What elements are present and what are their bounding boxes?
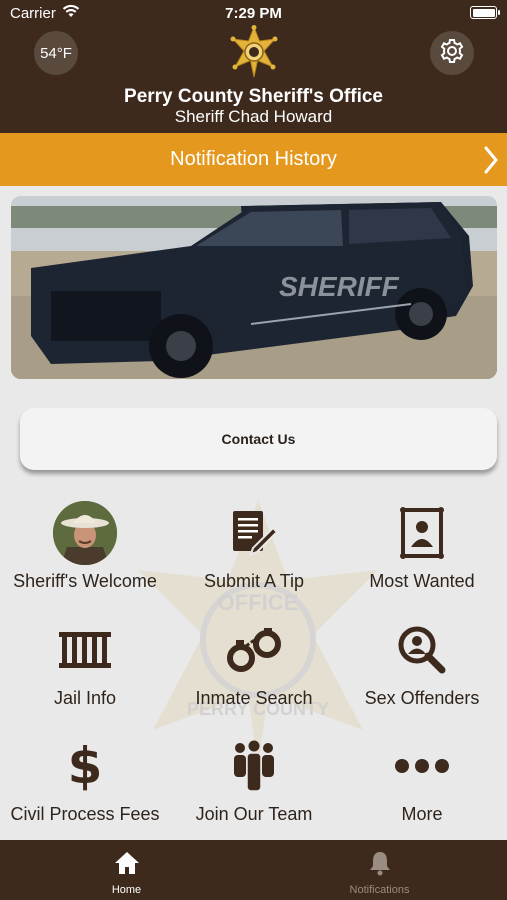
grid-label: Most Wanted	[369, 571, 475, 591]
settings-button[interactable]	[430, 31, 474, 75]
clock-label: 7:29 PM	[225, 5, 282, 22]
sheriff-avatar	[53, 501, 117, 565]
sheriff-star-logo	[229, 25, 279, 79]
dollar-icon: $	[67, 737, 103, 795]
grid-item-most-wanted[interactable]: Most Wanted	[338, 499, 506, 609]
tab-home-label: Home	[111, 884, 142, 896]
ellipsis-icon	[394, 732, 450, 800]
grid-label: More	[401, 804, 443, 824]
grid-item-sheriffs-welcome[interactable]: Sheriff's Welcome	[1, 499, 169, 609]
wanted-poster-icon	[400, 499, 444, 567]
tab-notifications[interactable]: Notifications	[253, 840, 506, 900]
person-search-icon	[397, 616, 447, 684]
grid-label: Jail Info	[53, 688, 117, 708]
temperature-badge[interactable]: 54°F	[34, 31, 78, 75]
battery-icon	[470, 6, 500, 19]
app-header: Carrier 7:29 PM 54°F Perry County Sherif…	[0, 0, 507, 133]
tab-bar: Home Notifications	[0, 840, 507, 900]
bell-icon	[367, 850, 393, 881]
grid-label: Civil Process Fees	[10, 804, 160, 824]
grid-item-inmate-search[interactable]: Inmate Search	[170, 616, 338, 726]
sheriff-name: Sheriff Chad Howard	[174, 107, 333, 126]
grid-item-submit-tip[interactable]: Submit A Tip	[170, 499, 338, 609]
patrol-vehicle-photo: SHERIFF	[11, 196, 497, 379]
chevron-right-icon	[483, 146, 499, 180]
tab-notifications-label: Notifications	[349, 884, 410, 896]
grid-item-civil-process-fees[interactable]: $ Civil Process Fees	[1, 732, 169, 842]
grid-label: Join Our Team	[195, 804, 313, 824]
notification-history-label: Notification History	[170, 148, 337, 170]
office-title: Perry County Sheriff's Office	[124, 86, 383, 107]
grid-label: Sheriff's Welcome	[13, 571, 157, 591]
notification-history-button[interactable]: Notification History	[0, 133, 507, 186]
grid-item-more[interactable]: More	[338, 732, 506, 842]
grid-item-jail-info[interactable]: Jail Info	[1, 616, 169, 726]
gear-icon	[439, 38, 465, 69]
contact-us-label: Contact Us	[221, 431, 296, 447]
grid-label: Inmate Search	[195, 688, 313, 708]
home-icon	[113, 850, 141, 881]
grid-item-join-our-team[interactable]: Join Our Team	[170, 732, 338, 842]
status-bar: Carrier 7:29 PM	[0, 0, 507, 28]
document-pen-icon	[229, 499, 279, 567]
grid-label: Sex Offenders	[364, 688, 480, 708]
vehicle-sheriff-decal: SHERIFF	[279, 271, 400, 302]
jail-bars-icon	[57, 616, 113, 684]
handcuffs-icon	[224, 616, 284, 684]
contact-us-button[interactable]: Contact Us	[20, 408, 497, 470]
tab-home[interactable]: Home	[0, 840, 253, 900]
grid-item-sex-offenders[interactable]: Sex Offenders	[338, 616, 506, 726]
group-icon	[232, 732, 276, 800]
grid-label: Submit A Tip	[203, 571, 305, 591]
